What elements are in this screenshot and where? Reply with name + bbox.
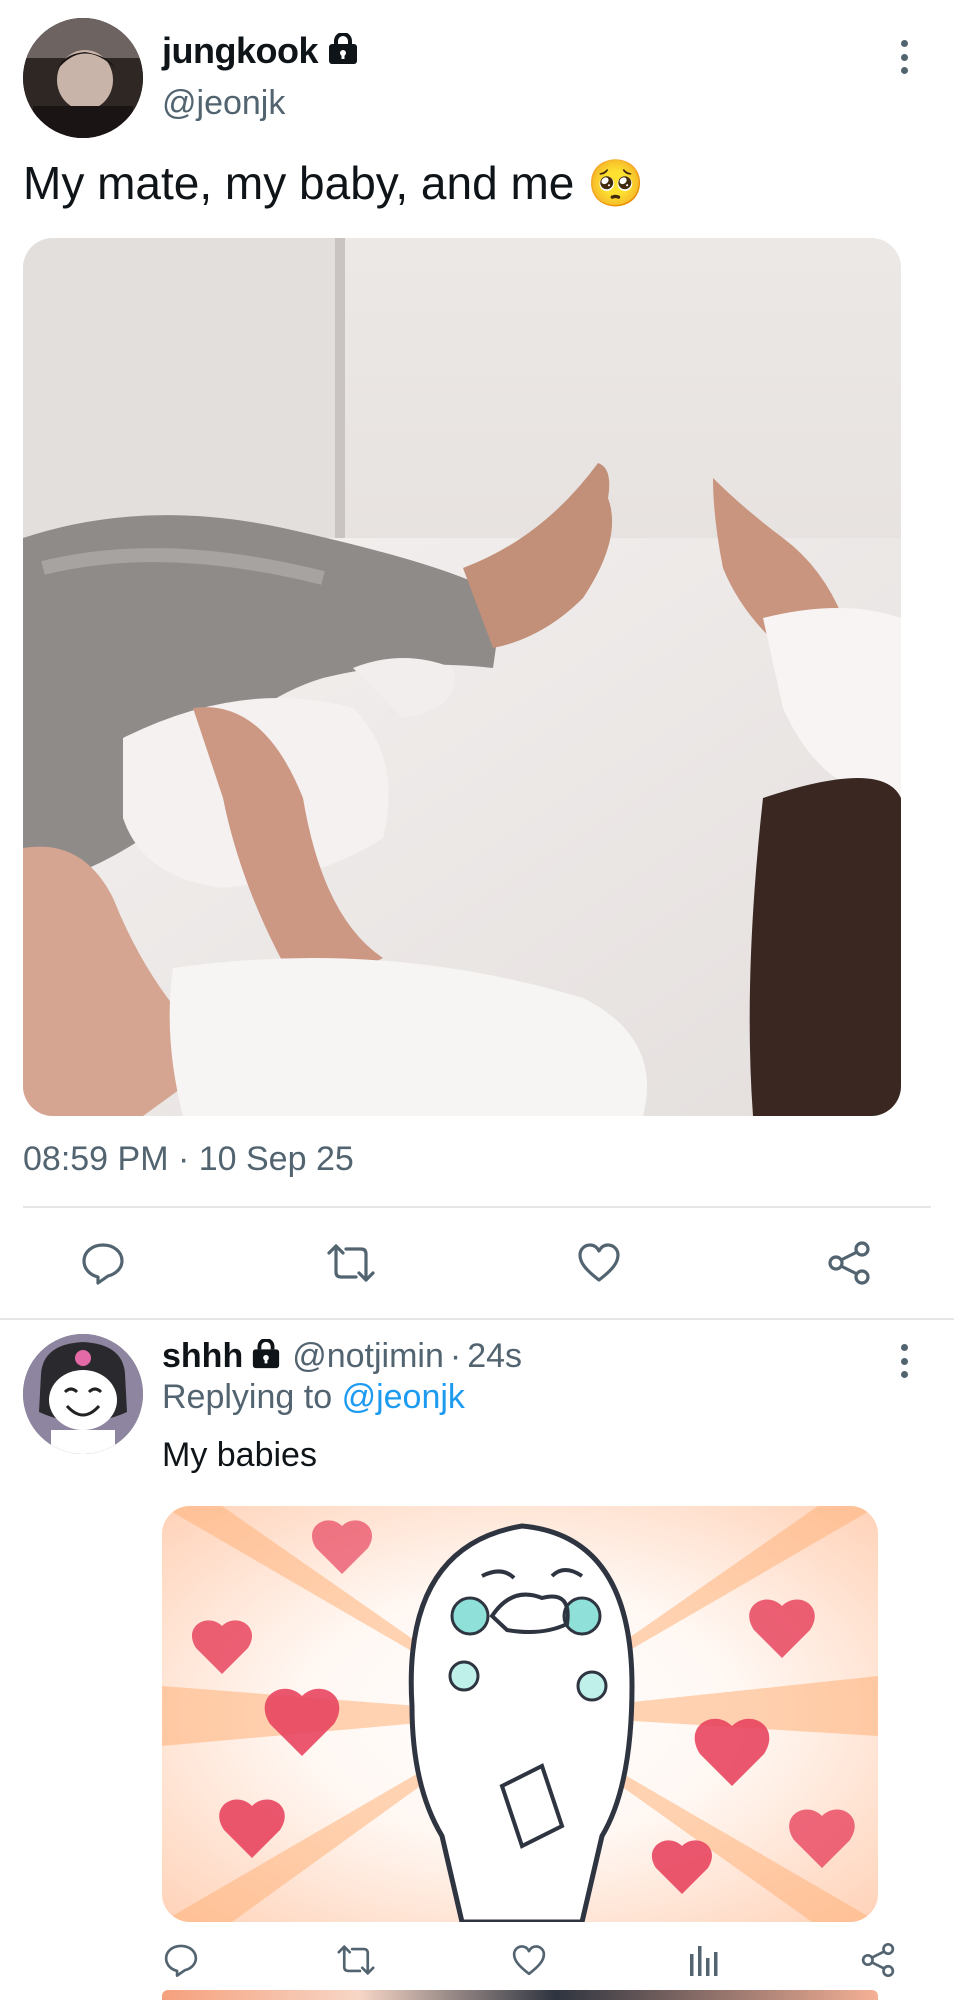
more-options-icon[interactable] <box>895 1344 913 1378</box>
replying-to-line: Replying to @jeonjk <box>162 1378 465 1417</box>
avatar-photo <box>23 18 143 138</box>
reply-author-name[interactable]: shhh <box>162 1337 243 1376</box>
main-tweet: jungkook @jeonjk My mate, my baby, and m… <box>0 0 954 1318</box>
tweet-timestamp[interactable]: 08:59 PM · 10 Sep 25 <box>23 1140 354 1179</box>
retweet-icon[interactable] <box>336 1942 376 1978</box>
reply-text: My babies <box>162 1436 317 1474</box>
tweet-text-line: My mate, my baby, and me 🥺 <box>23 150 644 216</box>
like-icon[interactable] <box>511 1944 547 1977</box>
like-icon[interactable] <box>576 1242 622 1284</box>
reply-tweet[interactable]: shhh @notjimin · 24s Replying to @jeonjk… <box>0 1320 954 2000</box>
reply-media-image[interactable] <box>162 1506 878 1922</box>
lock-icon <box>250 1337 282 1374</box>
share-icon[interactable] <box>860 1942 896 1978</box>
analytics-icon[interactable] <box>688 1942 720 1978</box>
pleading-face-emoji: 🥺 <box>587 156 645 210</box>
avatar-cartoon <box>23 1334 143 1454</box>
media-illustration <box>162 1506 878 1922</box>
author-name[interactable]: jungkook <box>162 30 319 72</box>
retweet-icon[interactable] <box>326 1240 376 1286</box>
share-icon[interactable] <box>826 1240 872 1286</box>
reply-time[interactable]: 24s <box>467 1337 522 1376</box>
tweet-text: My mate, my baby, and me <box>23 157 575 209</box>
replying-to-handle[interactable]: @jeonjk <box>342 1378 465 1416</box>
replying-to-label: Replying to <box>162 1378 333 1416</box>
tweet-media-image[interactable] <box>23 238 901 1116</box>
lock-icon <box>326 31 360 70</box>
more-options-icon[interactable] <box>895 40 913 74</box>
reply-icon[interactable] <box>163 1942 199 1978</box>
reply-author-handle[interactable]: @notjimin <box>292 1337 444 1376</box>
next-media-peek <box>162 1990 878 2000</box>
author-avatar[interactable] <box>23 18 143 138</box>
divider <box>23 1206 931 1208</box>
dot-separator: · <box>449 1336 462 1375</box>
author-handle[interactable]: @jeonjk <box>162 84 285 123</box>
media-photo <box>23 238 901 1116</box>
reply-icon[interactable] <box>80 1240 126 1286</box>
reply-author-avatar[interactable] <box>23 1334 143 1454</box>
